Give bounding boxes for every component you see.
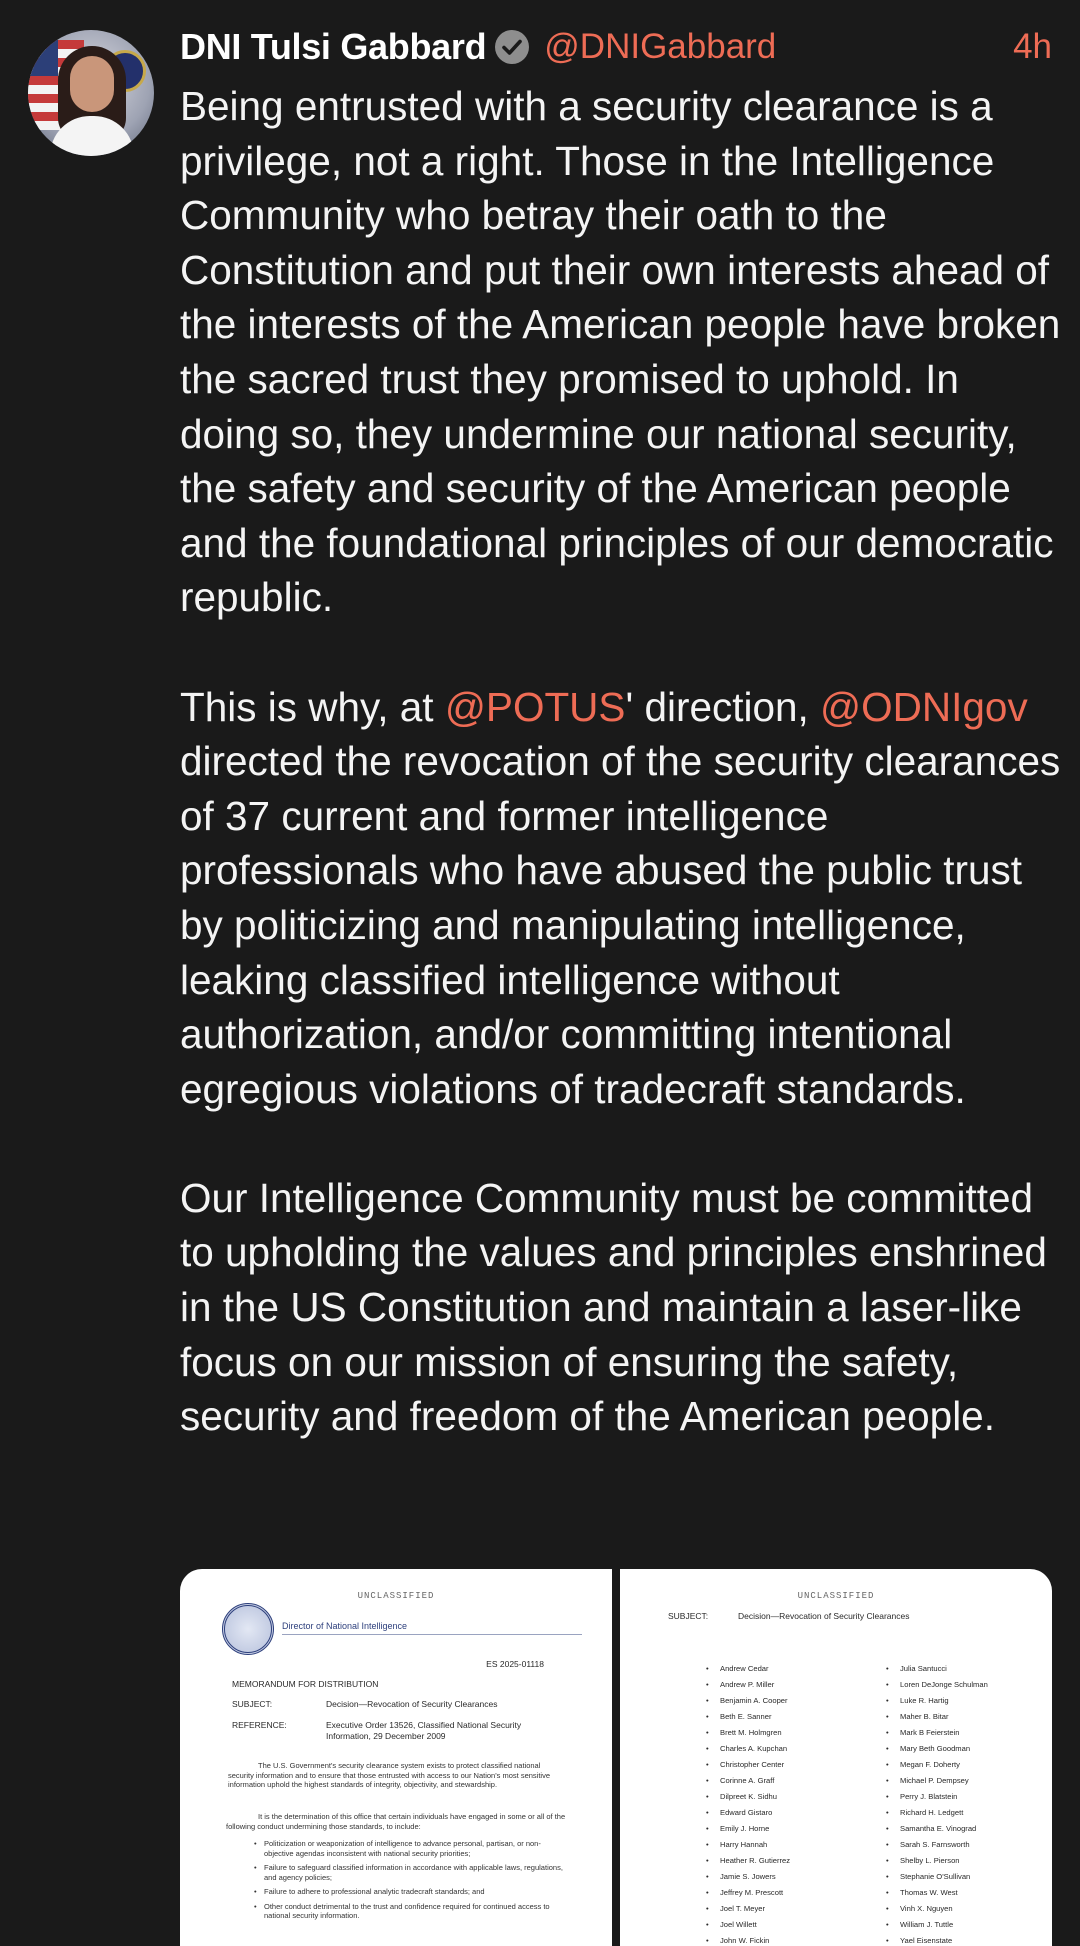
list-item: Corinne A. Graff — [706, 1773, 790, 1789]
odni-seal-icon — [222, 1603, 274, 1655]
document-image-1[interactable]: UNCLASSIFIED Director of National Intell… — [180, 1569, 612, 1946]
verified-badge-icon — [495, 30, 530, 64]
list-item: Beth E. Sanner — [706, 1709, 790, 1725]
reference-line-1: Executive Order 13526, Classified Nation… — [326, 1720, 522, 1730]
list-item: Luke R. Hartig — [886, 1693, 988, 1709]
tweet-paragraph-1: Being entrusted with a security clearanc… — [180, 83, 1061, 621]
subject-text: Decision—Revocation of Security Clearanc… — [326, 1699, 498, 1709]
subject-label: SUBJECT: — [668, 1611, 709, 1621]
list-item: Richard H. Ledgett — [886, 1805, 988, 1821]
list-item: Thomas W. West — [886, 1885, 988, 1901]
list-item: Stephanie O'Sullivan — [886, 1869, 988, 1885]
list-item: Andrew Cedar — [706, 1661, 790, 1677]
list-item: Joel T. Meyer — [706, 1901, 790, 1917]
tweet-header: DNI Tulsi Gabbard @DNIGabbard 4h — [180, 22, 1052, 72]
memo-heading: MEMORANDUM FOR DISTRIBUTION — [232, 1679, 379, 1689]
classification-label: UNCLASSIFIED — [357, 1591, 435, 1601]
classification-label: UNCLASSIFIED — [797, 1591, 875, 1601]
author-handle[interactable]: @DNIGabbard — [544, 27, 776, 67]
list-item: Jamie S. Jowers — [706, 1869, 790, 1885]
list-item: Harry Hannah — [706, 1837, 790, 1853]
subject-label: SUBJECT: — [232, 1699, 273, 1709]
list-item: Loren DeJonge Schulman — [886, 1677, 988, 1693]
author-name[interactable]: DNI Tulsi Gabbard — [180, 26, 487, 68]
list-item: Brett M. Holmgren — [706, 1725, 790, 1741]
tweet-paragraph-2: This is why, at @POTUS' direction, @ODNI… — [180, 683, 1061, 1112]
list-item: Mark B Feierstein — [886, 1725, 988, 1741]
list-item: Vinh X. Nguyen — [886, 1901, 988, 1917]
document-image-2[interactable]: UNCLASSIFIED SUBJECT: Decision—Revocatio… — [620, 1569, 1052, 1946]
mention-potus-link[interactable]: @POTUS — [445, 684, 626, 730]
subject-text: Decision—Revocation of Security Clearanc… — [738, 1611, 910, 1621]
document-number: ES 2025-01118 — [486, 1659, 544, 1669]
list-item: Joel Willett — [706, 1917, 790, 1933]
list-item: Politicization or weaponization of intel… — [254, 1839, 564, 1858]
list-item: Failure to adhere to professional analyt… — [254, 1887, 564, 1897]
list-item: Shelby L. Pierson — [886, 1853, 988, 1869]
document-paragraph-1: The U.S. Government's security clearance… — [228, 1761, 551, 1789]
list-item: Edward Gistaro — [706, 1805, 790, 1821]
list-item: Emily J. Horne — [706, 1821, 790, 1837]
tweet-timestamp[interactable]: 4h — [1013, 27, 1052, 67]
list-item: Charles A. Kupchan — [706, 1741, 790, 1757]
reference-line-2: Information, 29 December 2009 — [326, 1731, 446, 1741]
avatar[interactable] — [28, 30, 154, 156]
list-item: Benjamin A. Cooper — [706, 1693, 790, 1709]
list-item: Samantha E. Vinograd — [886, 1821, 988, 1837]
tweet-paragraph-3: Our Intelligence Community must be commi… — [180, 1174, 1047, 1440]
list-item: Maher B. Bitar — [886, 1709, 988, 1725]
list-item: Heather R. Gutierrez — [706, 1853, 790, 1869]
list-item: Julia Santucci — [886, 1661, 988, 1677]
names-list-left: Andrew Cedar Andrew P. Miller Benjamin A… — [706, 1661, 790, 1946]
list-item: Sarah S. Farnsworth — [886, 1837, 988, 1853]
list-item: Megan F. Doherty — [886, 1757, 988, 1773]
list-item: Mary Beth Goodman — [886, 1741, 988, 1757]
list-item: Michael P. Dempsey — [886, 1773, 988, 1789]
document-paragraph-2: It is the determination of this office t… — [226, 1812, 566, 1831]
list-item: Perry J. Blatstein — [886, 1789, 988, 1805]
names-list-right: Julia Santucci Loren DeJonge Schulman Lu… — [886, 1661, 988, 1946]
list-item: Other conduct detrimental to the trust a… — [254, 1902, 564, 1921]
list-item: Failure to safeguard classified informat… — [254, 1863, 564, 1882]
list-item: Christopher Center — [706, 1757, 790, 1773]
mention-odnigov-link[interactable]: @ODNIgov — [820, 684, 1028, 730]
reference-label: REFERENCE: — [232, 1720, 287, 1730]
list-item: Yael Eisenstate — [886, 1933, 988, 1946]
office-name: Director of National Intelligence — [282, 1621, 582, 1635]
list-item: William J. Tuttle — [886, 1917, 988, 1933]
document-bullets: Politicization or weaponization of intel… — [254, 1839, 564, 1926]
list-item: Dilpreet K. Sidhu — [706, 1789, 790, 1805]
media-gallery: UNCLASSIFIED Director of National Intell… — [180, 1569, 1052, 1946]
list-item: John W. Fickin — [706, 1933, 790, 1946]
list-item: Andrew P. Miller — [706, 1677, 790, 1693]
list-item: Jeffrey M. Prescott — [706, 1885, 790, 1901]
tweet-body: Being entrusted with a security clearanc… — [180, 79, 1062, 1444]
